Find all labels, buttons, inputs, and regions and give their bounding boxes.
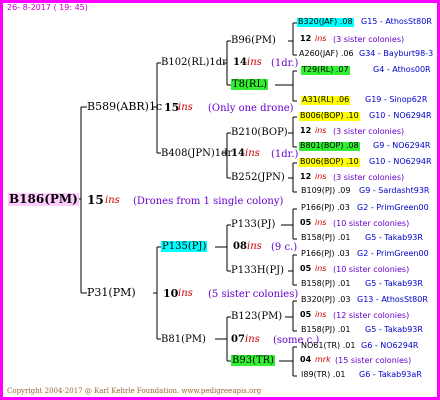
queen-b408-note: (1dr.) — [271, 149, 299, 160]
queen-b210[interactable]: B210(BOP) — [231, 127, 288, 138]
root-ins: ins — [105, 195, 120, 206]
queen-b320-jaf[interactable]: B320(JAF) .08 — [297, 17, 354, 27]
dam-ins: ins — [178, 288, 193, 299]
queen-a260[interactable]: A260(JAF) .06 — [299, 49, 354, 59]
queen-b158-b-line: G5 - Takab93R — [365, 279, 423, 288]
root-generation: 15 — [87, 193, 104, 207]
sire-ins: ins — [178, 102, 193, 113]
queen-b102[interactable]: B102(RL)1dr — [161, 57, 227, 68]
b93-note: (15 sister colonies) — [335, 356, 412, 365]
queen-b96[interactable]: B96(PM) — [231, 35, 276, 46]
queen-t29-line: G4 - Athos00R — [373, 65, 431, 74]
b96-note: (3 sister colonies) — [333, 35, 405, 44]
queen-b102-ins: ins — [247, 57, 262, 68]
b93-generation: 04 — [300, 355, 312, 364]
b123-generation: 05 — [300, 310, 312, 319]
queen-b123[interactable]: B123(PM) — [231, 311, 282, 322]
queen-p166-b-line: G2 - PrimGreen00 — [357, 249, 429, 258]
queen-no61[interactable]: NO61(TR) .01 — [301, 341, 355, 351]
queen-i89-line: G6 - Takab93aR — [359, 370, 422, 379]
queen-a260-line: G34 - Bayburt98-3 — [359, 49, 434, 58]
b123-ins: ins — [315, 310, 327, 319]
queen-p135-generation: 08 — [233, 241, 247, 252]
b252-note: (3 sister colonies) — [333, 173, 405, 182]
b123-note: (12 sister colonies) — [333, 311, 410, 320]
queen-t8[interactable]: T8(RL) — [231, 79, 269, 90]
queen-b320-pj-line: G13 - AthosSt80R — [357, 295, 428, 304]
queen-p166-a-line: G2 - PrimGreen00 — [357, 203, 429, 212]
queen-b102-note: (1dr.) — [271, 58, 299, 69]
queen-b158-a-line: G5 - Takab93R — [365, 233, 423, 242]
queen-b801-line: G9 - NO6294R — [373, 141, 431, 150]
p133h-ins: ins — [315, 264, 327, 273]
p133-generation: 05 — [300, 218, 312, 227]
queen-b158-c-line: G5 - Takab93R — [365, 325, 423, 334]
sire-queen[interactable]: B589(ABR)1c — [87, 100, 162, 113]
pedigree-frame: 26- 8-2017 ( 19: 45) B186(PM) 15 ins (Dr… — [0, 0, 440, 400]
queen-i89[interactable]: I89(TR) .01 — [301, 370, 346, 380]
queen-p133h[interactable]: P133H(PJ) — [231, 265, 284, 276]
b93-ins: mrk — [315, 355, 331, 364]
copyright-footer: Copyright 2004-2017 @ Karl Kehrle Founda… — [7, 387, 262, 395]
queen-a31[interactable]: A31(RL) .06 — [301, 95, 351, 105]
queen-b408[interactable]: B408(JPN)1dr — [161, 148, 232, 159]
queen-b93[interactable]: B93(TR) — [231, 355, 276, 366]
p133-note: (10 sister colonies) — [333, 219, 410, 228]
dam-note: (5 sister colonies) — [208, 289, 299, 300]
root-queen[interactable]: B186(PM) — [8, 192, 79, 207]
queen-b81[interactable]: B81(PM) — [161, 334, 206, 345]
sire-note: (Only one drone) — [208, 103, 294, 114]
queen-b408-generation: 14 — [231, 148, 245, 159]
queen-b320-pj[interactable]: B320(PJ) .03 — [301, 295, 350, 305]
b252-generation: 12 — [300, 172, 312, 181]
queen-b109[interactable]: B109(PJ) .09 — [301, 186, 350, 196]
queen-no61-line: G6 - NO6294R — [361, 341, 419, 350]
queen-p135[interactable]: P135(PJ) — [161, 241, 208, 252]
b96-ins: ins — [315, 34, 327, 43]
queen-b158-a[interactable]: B158(PJ) .01 — [301, 233, 350, 243]
dam-generation: 10 — [163, 287, 179, 300]
queen-b158-b[interactable]: B158(PJ) .01 — [301, 279, 350, 289]
root-note: (Drones from 1 single colony) — [133, 196, 284, 207]
queen-a31-line: G19 - Sinop62R — [365, 95, 428, 104]
queen-b006-a[interactable]: B006(BOP) .10 — [299, 111, 360, 121]
b252-ins: ins — [315, 172, 327, 181]
b96-generation: 12 — [300, 34, 312, 43]
queen-p133[interactable]: P133(PJ) — [231, 219, 275, 230]
queen-b81-generation: 07 — [231, 334, 245, 345]
queen-b408-ins: ins — [245, 148, 260, 159]
queen-b006-b[interactable]: B006(BOP) .10 — [299, 157, 360, 167]
queen-b320-jaf-line: G15 - AthosSt80R — [361, 17, 432, 26]
queen-p166-a[interactable]: P166(PJ) .03 — [301, 203, 350, 213]
queen-b102-generation: 14 — [233, 57, 247, 68]
queen-b006-b-line: G10 - NO6294R — [369, 157, 432, 166]
dam-queen[interactable]: P31(PM) — [87, 286, 136, 299]
queen-p135-ins: ins — [247, 241, 262, 252]
b210-note: (3 sister colonies) — [333, 127, 405, 136]
queen-b252[interactable]: B252(JPN) — [231, 172, 285, 183]
queen-b158-c[interactable]: B158(PJ) .01 — [301, 325, 350, 335]
p133-ins: ins — [315, 218, 327, 227]
queen-b109-line: G9 - Sardasht93R — [359, 186, 430, 195]
b210-generation: 12 — [300, 126, 312, 135]
queen-b006-a-line: G10 - NO6294R — [369, 111, 432, 120]
queen-b801[interactable]: B801(BOP) .08 — [299, 141, 360, 151]
b210-ins: ins — [315, 126, 327, 135]
queen-p135-note: (9 c.) — [271, 242, 298, 253]
p133h-generation: 05 — [300, 264, 312, 273]
queen-b81-ins: ins — [245, 334, 260, 345]
queen-p166-b[interactable]: P166(PJ) .03 — [301, 249, 350, 259]
queen-t29[interactable]: T29(RL) .07 — [301, 65, 350, 75]
p133h-note: (10 sister colonies) — [333, 265, 410, 274]
